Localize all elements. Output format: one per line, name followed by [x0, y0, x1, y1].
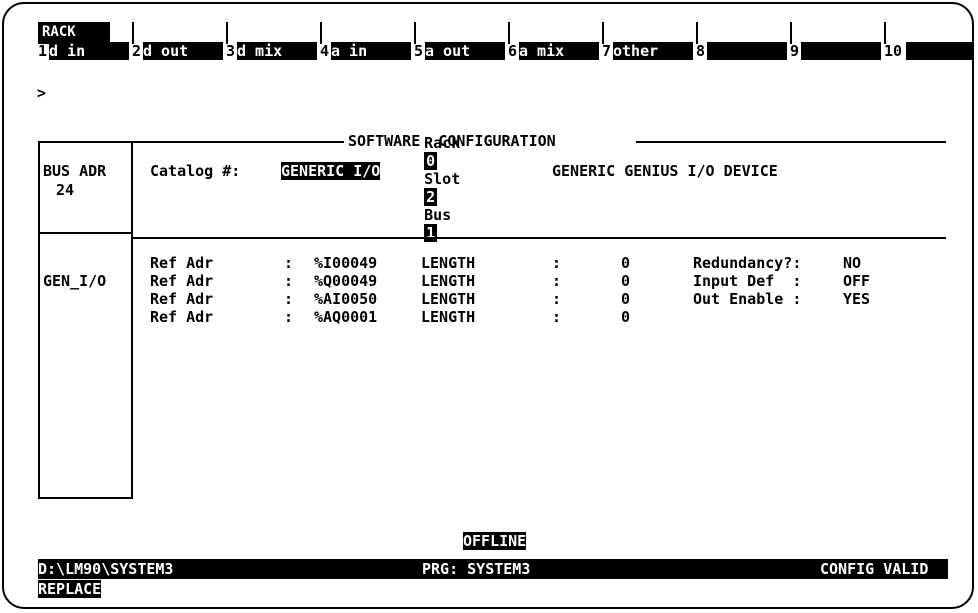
output-enable-field[interactable]: YES [843, 290, 870, 308]
softkey-tick [226, 22, 228, 44]
ref-address-field[interactable]: %AI0050 [314, 290, 377, 308]
softkey-label: a out [425, 42, 505, 60]
softkey-tick [320, 22, 322, 44]
softkey-label: d in [49, 42, 129, 60]
softkey-number: 1 [38, 42, 48, 60]
bus-value[interactable]: 1 [424, 224, 438, 242]
softkey-number: 8 [696, 42, 706, 60]
ref-address-field[interactable]: %I00049 [314, 254, 377, 272]
bus-address-label: BUS ADR [43, 162, 107, 180]
softkey-number: 5 [414, 42, 424, 60]
softkey-7[interactable]: 7 other [602, 22, 694, 62]
panel-left-border [38, 141, 40, 499]
panel-bottom-border [38, 497, 133, 499]
softkey-tick [38, 22, 40, 44]
softkey-6[interactable]: 6 a mix [508, 22, 600, 62]
softkey-1[interactable]: 1 d in [38, 22, 130, 62]
catalog-separator [131, 237, 946, 239]
softkey-2[interactable]: 2 d out [132, 22, 224, 62]
softkey-number: 9 [790, 42, 800, 60]
redundancy-field[interactable]: NO [843, 254, 861, 272]
ref-label: Ref Adr [150, 290, 214, 308]
length-field[interactable]: 0 [621, 290, 630, 308]
input-default-label: Input Def : [693, 272, 802, 290]
softkey-tick [414, 22, 416, 44]
softkey-8[interactable]: 8 [696, 22, 788, 62]
slot-label: Slot [424, 170, 461, 188]
softkey-number: 10 [884, 42, 903, 60]
length-label: LENGTH [421, 254, 476, 272]
config-status: CONFIG VALID [820, 560, 929, 578]
softkey-number: 4 [320, 42, 330, 60]
ref-separator: : [284, 308, 294, 326]
softkey-tick [696, 22, 698, 44]
terminal-screen: RACK 1 d in 2 d out 3 d mix 4 a in 5 a o… [2, 2, 974, 609]
length-separator: : [552, 290, 562, 308]
catalog-field[interactable]: GENERIC I/O [281, 162, 381, 180]
softkey-number: 7 [602, 42, 612, 60]
length-field[interactable]: 0 [621, 272, 630, 290]
softkey-10[interactable]: 10 [884, 22, 972, 62]
program-name: PRG: SYSTEM3 [422, 560, 531, 578]
softkey-number: 6 [508, 42, 518, 60]
softkey-label: other [613, 42, 693, 60]
softkey-tick [790, 22, 792, 44]
softkey-9[interactable]: 9 [790, 22, 882, 62]
length-field[interactable]: 0 [621, 308, 630, 326]
length-label: LENGTH [421, 290, 476, 308]
ref-label: Ref Adr [150, 272, 214, 290]
softkey-tick [132, 22, 134, 44]
softkey-tick [602, 22, 604, 44]
softkey-tick [508, 22, 510, 44]
offline-status: OFFLINE [463, 532, 527, 550]
ref-label: Ref Adr [150, 254, 214, 272]
ref-separator: : [284, 272, 294, 290]
catalog-description: GENERIC GENIUS I/O DEVICE [552, 162, 778, 180]
softkey-tick [884, 22, 886, 44]
softkey-label: d mix [237, 42, 317, 60]
rack-value[interactable]: 0 [424, 152, 438, 170]
command-prompt[interactable]: > [37, 84, 46, 102]
ref-address-field[interactable]: %Q00049 [314, 272, 377, 290]
softkey-label [707, 42, 787, 60]
length-separator: : [552, 272, 562, 290]
length-field[interactable]: 0 [621, 254, 630, 272]
ref-separator: : [284, 254, 294, 272]
softkey-4[interactable]: 4 a in [320, 22, 412, 62]
ref-address-field[interactable]: %AQ0001 [314, 308, 377, 326]
length-separator: : [552, 254, 562, 272]
file-path: D:\LM90\SYSTEM3 [38, 560, 174, 578]
ref-label: Ref Adr [150, 308, 214, 326]
softkey-label [906, 42, 972, 60]
length-separator: : [552, 308, 562, 326]
length-label: LENGTH [421, 308, 476, 326]
catalog-label: Catalog #: [150, 162, 241, 180]
softkey-number: 3 [226, 42, 236, 60]
redundancy-label: Redundancy?: [693, 254, 802, 272]
softkey-label: a in [331, 42, 411, 60]
ref-separator: : [284, 290, 294, 308]
output-enable-label: Out Enable : [693, 290, 802, 308]
slot-value[interactable]: 2 [424, 188, 438, 206]
title-rule-left [38, 141, 344, 143]
panel-divider [131, 141, 133, 499]
device-type: GEN_I/O [43, 272, 107, 290]
softkey-number: 2 [132, 42, 142, 60]
section-title: SOFTWARE CONFIGURATION [348, 132, 556, 150]
softkey-3[interactable]: 3 d mix [226, 22, 318, 62]
input-default-field[interactable]: OFF [843, 272, 870, 290]
panel-split-line [38, 232, 133, 234]
title-rule-right [636, 141, 946, 143]
softkey-label: a mix [519, 42, 599, 60]
bus-address-value: 24 [56, 181, 75, 199]
bus-label: Bus [424, 206, 452, 224]
softkey-label: d out [143, 42, 223, 60]
softkey-label [801, 42, 881, 60]
softkey-5[interactable]: 5 a out [414, 22, 506, 62]
length-label: LENGTH [421, 272, 476, 290]
edit-mode: REPLACE [38, 580, 102, 598]
